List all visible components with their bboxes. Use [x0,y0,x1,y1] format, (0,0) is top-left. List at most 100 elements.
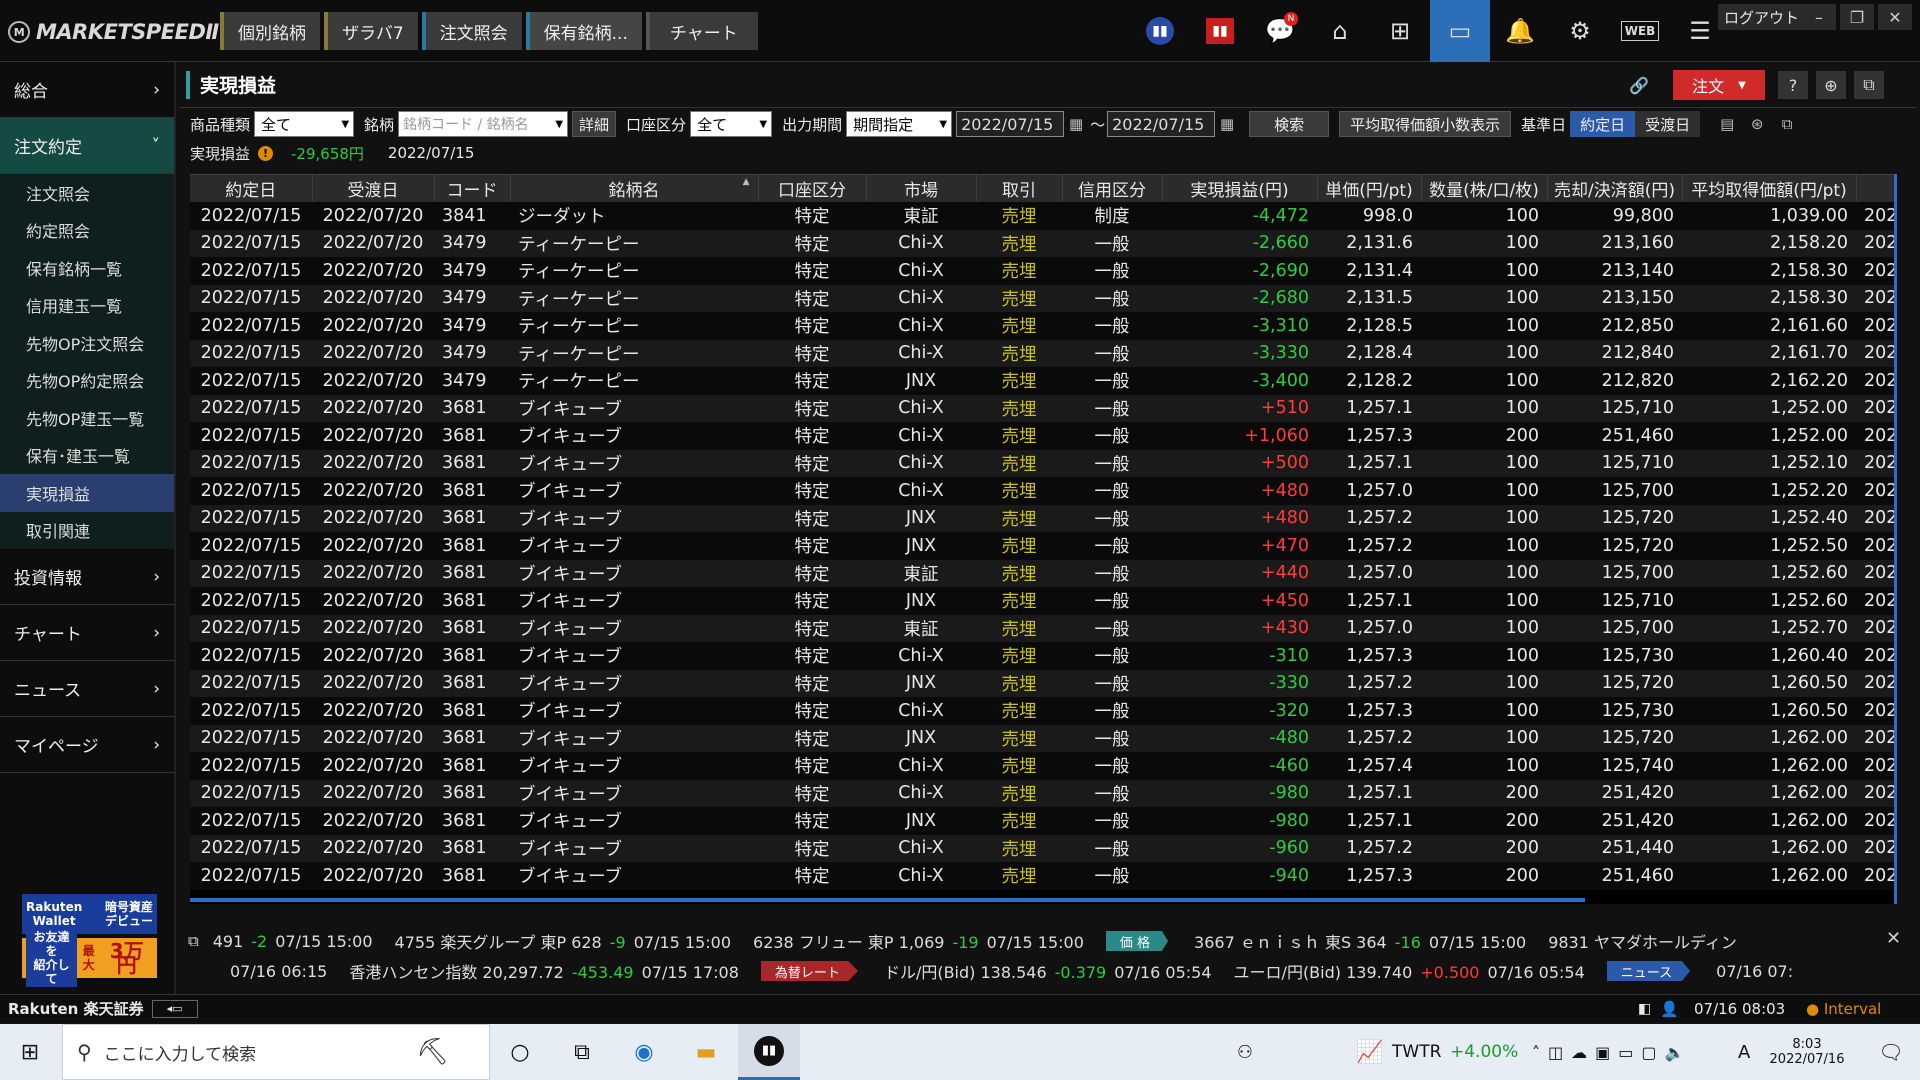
tab-zaraba[interactable]: ザラバ7 [324,12,418,50]
task-view-icon[interactable]: ⧉ [556,1024,608,1080]
stock-widget-ticker[interactable]: TWTR [1392,1024,1441,1080]
table-row[interactable]: 2022/07/15 2022/07/20 3681 ブイキューブ 特定 Chi-X 売埋一… [190,752,1896,780]
cloud-icon[interactable]: ☁ [1571,1043,1587,1062]
table-row[interactable]: 2022/07/15 2022/07/20 3841 ジーダット 特定 東証 売埋 制度 -4,… [190,202,1896,230]
sidebar-item-futures-executions[interactable]: 先物OP約定照会 [0,361,174,399]
maximize-icon[interactable]: ❐ [1840,4,1874,30]
cortana-icon[interactable]: ○ [494,1024,546,1080]
horizontal-scrollbar[interactable] [190,898,1585,902]
calendar-icon[interactable]: ▦ [1215,111,1239,137]
download-icon[interactable]: ⊛ [1742,111,1772,137]
column-header[interactable]: 受渡日 [312,175,435,202]
ticker-item[interactable]: 491 -2 07/15 15:00 [213,932,373,951]
layout-toggle-icon[interactable]: ◂▭ [151,999,198,1018]
table-row[interactable]: 2022/07/15 2022/07/20 3681 ブイキューブ 特定 Chi-X 売埋一… [190,697,1896,725]
ticker-category-chip[interactable]: ニュース [1606,961,1691,981]
table-row[interactable]: 2022/07/15 2022/07/20 3681 ブイキューブ 特定 JNX 売埋 一般 -… [190,807,1896,835]
ticker-toggle-icon[interactable]: ⧉ [188,932,199,950]
column-header[interactable]: 口座区分 [758,175,867,202]
market-icon[interactable]: ▮▮ [1130,0,1190,62]
table-row[interactable]: 2022/07/15 2022/07/20 3681 ブイキューブ 特定 Chi-X 売埋一… [190,477,1896,505]
table-row[interactable]: 2022/07/15 2022/07/20 3681 ブイキューブ 特定 Chi-X 売埋一… [190,422,1896,450]
tab-holdings[interactable]: 保有銘柄... [525,12,642,50]
sidebar-item-realized-pl[interactable]: 実現損益 [0,474,174,512]
ticker-item[interactable]: 4755 楽天グループ 東P 628 -9 07/15 15:00 [395,929,731,953]
table-row[interactable]: 2022/07/15 2022/07/20 3479 ティーケーピー 特定 Chi-X 売埋… [190,339,1896,367]
table-row[interactable]: 2022/07/15 2022/07/20 3681 ブイキューブ 特定 JNX 売埋 一般 +… [190,504,1896,532]
battery-icon[interactable]: ▭ [1618,1043,1633,1062]
period-select[interactable]: 期間指定 ▼ [846,111,953,137]
explorer-icon[interactable]: ▬ [678,1024,734,1080]
table-row[interactable]: 2022/07/15 2022/07/20 3681 ブイキューブ 特定 東証 売埋 一般 +4… [190,559,1896,587]
table-row[interactable]: 2022/07/15 2022/07/20 3681 ブイキューブ 特定 Chi-X 売埋一… [190,834,1896,862]
ticker-item[interactable]: ドル/円(Bid) 138.546 -0.379 07/16 05:54 [884,959,1212,983]
stock-search-input[interactable]: 銘柄コード / 銘柄名 ▼ [398,111,569,137]
column-header[interactable]: 数量(株/口/枚) [1421,175,1548,202]
ticker-category-chip[interactable]: 価 格 [1105,931,1169,951]
volume-icon[interactable]: ◧ [1638,1001,1651,1017]
table-row[interactable]: 2022/07/15 2022/07/20 3681 ブイキューブ 特定 JNX 売埋 一般 +… [190,587,1896,615]
table-row[interactable]: 2022/07/15 2022/07/20 3681 ブイキューブ 特定 JNX 売埋 一般 -… [190,724,1896,752]
settings-icon[interactable]: ⚙ [1550,0,1610,62]
ticker-category-chip[interactable]: 為替レート [760,961,858,981]
column-header[interactable]: 取引 [976,175,1063,202]
people-icon[interactable]: ⚇ [1230,1024,1260,1080]
ticker-item[interactable]: 9831 ヤマダホールディン [1548,929,1737,953]
column-header[interactable]: 売却/決済額(円) [1547,175,1683,202]
calendar-icon[interactable]: ▦ [1064,111,1088,137]
ticker-item[interactable]: ユーロ/円(Bid) 139.740 +0.500 07/16 05:54 [1234,959,1585,983]
search-button[interactable]: 検索 [1249,111,1330,137]
sidebar-item-margin-positions[interactable]: 信用建玉一覧 [0,286,174,324]
taskbar-clock[interactable]: 8:03 2022/07/16 [1762,1024,1852,1080]
ticker-item[interactable]: 3667 ｅｎｉｓｈ 東S 364 -16 07/15 15:00 [1194,929,1526,953]
table-row[interactable]: 2022/07/15 2022/07/20 3479 ティーケーピー 特定 Chi-X 売埋… [190,312,1896,340]
date-to-input[interactable]: 2022/07/15 [1107,111,1216,137]
table-row[interactable]: 2022/07/15 2022/07/20 3681 ブイキューブ 特定 JNX 売埋 一般 -… [190,669,1896,697]
ime-indicator[interactable]: A [1738,1024,1750,1080]
table-row[interactable]: 2022/07/15 2022/07/20 3479 ティーケーピー 特定 Chi-X 売埋… [190,257,1896,285]
sidebar-section-mypage[interactable]: マイページ › [0,717,174,773]
copy-icon[interactable]: ⧉ [1772,111,1802,137]
minimize-icon[interactable]: – [1802,4,1836,30]
chevron-up-icon[interactable]: ˄ [1532,1043,1540,1062]
column-header[interactable]: 信用区分 [1062,175,1163,202]
ticker-item[interactable]: 6238 フリュー 東P 1,069 -19 07/15 15:00 [753,929,1084,953]
table-row[interactable]: 2022/07/15 2022/07/20 3681 ブイキューブ 特定 Chi-X 売埋一… [190,862,1896,890]
detail-button[interactable]: 詳細 [572,111,617,137]
order-button[interactable]: 注文 ▼ [1673,70,1765,100]
base-date-trade-option[interactable]: 約定日 [1570,111,1636,137]
user-icon[interactable]: 👤 [1660,1000,1679,1018]
column-header[interactable]: 平均取得価額(円/pt) [1682,175,1857,202]
windows-start-icon[interactable]: ⊞ [0,1024,60,1080]
camera-icon[interactable]: ◫ [1548,1043,1563,1062]
table-row[interactable]: 2022/07/15 2022/07/20 3681 ブイキューブ 特定 JNX 売埋 一般 +… [190,532,1896,560]
column-header[interactable]: 単価(円/pt) [1317,175,1422,202]
pin-icon[interactable]: ⊕ [1816,71,1846,99]
base-date-settlement-option[interactable]: 受渡日 [1635,111,1701,137]
column-header[interactable]: 取得日 [1856,175,1896,202]
table-row[interactable]: 2022/07/15 2022/07/20 3681 ブイキューブ 特定 Chi-X 売埋一… [190,449,1896,477]
sidebar-item-holdings[interactable]: 保有銘柄一覧 [0,249,174,287]
screen-icon[interactable]: ▭ [1430,0,1490,62]
column-header[interactable]: コード [434,175,511,202]
ticker-item[interactable]: 香港ハンセン指数 20,297.72 -453.49 07/15 17:08 [349,959,739,983]
ticker-close-icon[interactable]: ✕ [1886,928,1901,949]
column-header[interactable]: 銘柄名 ▲ [510,175,759,202]
sidebar-section-general[interactable]: 総合 › [0,62,174,118]
sidebar-item-futures-orders[interactable]: 先物OP注文照会 [0,324,174,362]
avg-decimal-button[interactable]: 平均取得価額小数表示 [1339,111,1512,137]
table-row[interactable]: 2022/07/15 2022/07/20 3681 ブイキューブ 特定 東証 売埋 一般 +4… [190,614,1896,642]
table-row[interactable]: 2022/07/15 2022/07/20 3479 ティーケーピー 特定 Chi-X 売埋… [190,284,1896,312]
taskbar-search-input[interactable]: ⚲ ここに入力して検索 ⛏ [62,1024,490,1080]
edge-icon[interactable]: ◉ [616,1024,672,1080]
warning-icon[interactable]: ! [258,145,274,161]
sidebar-section-chart[interactable]: チャート › [0,605,174,661]
tab-order-inquiry[interactable]: 注文照会 [421,12,522,50]
stock-widget-icon[interactable]: 📈 [1352,1024,1388,1080]
product-type-select[interactable]: 全て ▼ [254,111,355,137]
column-header[interactable]: 市場 [866,175,977,202]
print-icon[interactable]: ▤ [1712,111,1742,137]
account-select[interactable]: 全て ▼ [690,111,773,137]
vertical-scrollbar[interactable] [1894,174,1897,904]
close-icon[interactable]: ✕ [1878,4,1912,30]
